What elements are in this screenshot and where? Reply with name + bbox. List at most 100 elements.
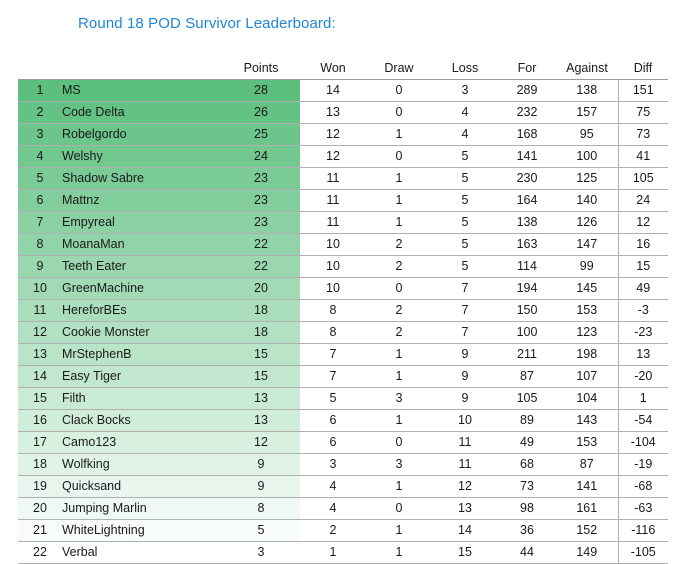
table-row[interactable]: 8 MoanaMan 22 10 2 5 163 147 16 xyxy=(18,233,668,256)
won-cell: 7 xyxy=(300,365,366,388)
table-row[interactable]: 9 Teeth Eater 22 10 2 5 114 99 15 xyxy=(18,255,668,278)
diff-cell: -104 xyxy=(617,431,668,454)
points-cell: 12 xyxy=(222,431,300,454)
table-row[interactable]: 5 Shadow Sabre 23 11 1 5 230 125 105 xyxy=(18,167,668,190)
rank-cell: 19 xyxy=(18,475,62,498)
column-header-diff: Diff xyxy=(618,58,668,80)
table-row[interactable]: 16 Clack Bocks 13 6 1 10 89 143 -54 xyxy=(18,409,668,432)
against-cell: 107 xyxy=(556,365,618,388)
team-name-cell: Filth xyxy=(62,387,222,410)
draw-cell: 1 xyxy=(366,541,432,564)
won-cell: 5 xyxy=(300,387,366,410)
table-row[interactable]: 6 Mattnz 23 11 1 5 164 140 24 xyxy=(18,189,668,212)
against-cell: 126 xyxy=(556,211,618,234)
points-cell: 22 xyxy=(222,255,300,278)
for-cell: 44 xyxy=(498,541,556,564)
loss-cell: 7 xyxy=(432,277,498,300)
against-cell: 125 xyxy=(556,167,618,190)
rank-cell: 1 xyxy=(18,79,62,102)
for-cell: 168 xyxy=(498,123,556,146)
table-row[interactable]: 21 WhiteLightning 5 2 1 14 36 152 -116 xyxy=(18,519,668,542)
draw-cell: 0 xyxy=(366,431,432,454)
team-name-cell: Welshy xyxy=(62,145,222,168)
points-cell: 9 xyxy=(222,475,300,498)
table-row[interactable]: 17 Camo123 12 6 0 11 49 153 -104 xyxy=(18,431,668,454)
diff-cell: 73 xyxy=(617,123,668,146)
table-row[interactable]: 18 Wolfking 9 3 3 11 68 87 -19 xyxy=(18,453,668,476)
for-cell: 89 xyxy=(498,409,556,432)
against-cell: 140 xyxy=(556,189,618,212)
draw-cell: 3 xyxy=(366,387,432,410)
against-cell: 153 xyxy=(556,299,618,322)
points-cell: 25 xyxy=(222,123,300,146)
team-name-cell: Easy Tiger xyxy=(62,365,222,388)
column-header-name xyxy=(62,58,222,80)
loss-cell: 7 xyxy=(432,321,498,344)
table-row[interactable]: 20 Jumping Marlin 8 4 0 13 98 161 -63 xyxy=(18,497,668,520)
diff-cell: 75 xyxy=(617,101,668,124)
won-cell: 11 xyxy=(300,189,366,212)
rank-cell: 12 xyxy=(18,321,62,344)
table-row[interactable]: 19 Quicksand 9 4 1 12 73 141 -68 xyxy=(18,475,668,498)
loss-cell: 4 xyxy=(432,123,498,146)
column-header-rank xyxy=(18,58,62,80)
header-row: Points Won Draw Loss For Against Diff xyxy=(18,58,668,80)
diff-cell: -68 xyxy=(617,475,668,498)
diff-cell: -19 xyxy=(617,453,668,476)
table-row[interactable]: 11 HereforBEs 18 8 2 7 150 153 -3 xyxy=(18,299,668,322)
table-row[interactable]: 10 GreenMachine 20 10 0 7 194 145 49 xyxy=(18,277,668,300)
team-name-cell: Wolfking xyxy=(62,453,222,476)
rank-cell: 21 xyxy=(18,519,62,542)
points-cell: 18 xyxy=(222,321,300,344)
for-cell: 141 xyxy=(498,145,556,168)
team-name-cell: Cookie Monster xyxy=(62,321,222,344)
against-cell: 198 xyxy=(556,343,618,366)
rank-cell: 15 xyxy=(18,387,62,410)
column-header-points: Points xyxy=(222,58,300,80)
diff-cell: 13 xyxy=(617,343,668,366)
table-row[interactable]: 13 MrStephenB 15 7 1 9 211 198 13 xyxy=(18,343,668,366)
won-cell: 8 xyxy=(300,321,366,344)
points-cell: 13 xyxy=(222,409,300,432)
won-cell: 4 xyxy=(300,497,366,520)
against-cell: 99 xyxy=(556,255,618,278)
diff-cell: 16 xyxy=(617,233,668,256)
for-cell: 138 xyxy=(498,211,556,234)
won-cell: 3 xyxy=(300,453,366,476)
table-row[interactable]: 22 Verbal 3 1 1 15 44 149 -105 xyxy=(18,541,668,564)
team-name-cell: MS xyxy=(62,79,222,102)
points-cell: 15 xyxy=(222,343,300,366)
loss-cell: 5 xyxy=(432,233,498,256)
page-title: Round 18 POD Survivor Leaderboard: xyxy=(78,15,336,32)
against-cell: 95 xyxy=(556,123,618,146)
points-cell: 9 xyxy=(222,453,300,476)
draw-cell: 0 xyxy=(366,145,432,168)
for-cell: 105 xyxy=(498,387,556,410)
points-cell: 26 xyxy=(222,101,300,124)
team-name-cell: GreenMachine xyxy=(62,277,222,300)
rank-cell: 2 xyxy=(18,101,62,124)
won-cell: 14 xyxy=(300,79,366,102)
rank-cell: 10 xyxy=(18,277,62,300)
against-cell: 123 xyxy=(556,321,618,344)
rank-cell: 20 xyxy=(18,497,62,520)
table-row[interactable]: 12 Cookie Monster 18 8 2 7 100 123 -23 xyxy=(18,321,668,344)
table-row[interactable]: 15 Filth 13 5 3 9 105 104 1 xyxy=(18,387,668,410)
table-row[interactable]: 4 Welshy 24 12 0 5 141 100 41 xyxy=(18,145,668,168)
won-cell: 4 xyxy=(300,475,366,498)
against-cell: 87 xyxy=(556,453,618,476)
table-body: 1 MS 28 14 0 3 289 138 151 2 Code Delta 26 13 0 4 232 15… xyxy=(18,79,668,564)
draw-cell: 1 xyxy=(366,519,432,542)
team-name-cell: Clack Bocks xyxy=(62,409,222,432)
won-cell: 7 xyxy=(300,343,366,366)
points-cell: 15 xyxy=(222,365,300,388)
won-cell: 6 xyxy=(300,431,366,454)
table-row[interactable]: 14 Easy Tiger 15 7 1 9 87 107 -20 xyxy=(18,365,668,388)
table-row[interactable]: 7 Empyreal 23 11 1 5 138 126 12 xyxy=(18,211,668,234)
against-cell: 161 xyxy=(556,497,618,520)
table-row[interactable]: 1 MS 28 14 0 3 289 138 151 xyxy=(18,79,668,102)
table-row[interactable]: 3 Robelgordo 25 12 1 4 168 95 73 xyxy=(18,123,668,146)
table-row[interactable]: 2 Code Delta 26 13 0 4 232 157 75 xyxy=(18,101,668,124)
rank-cell: 22 xyxy=(18,541,62,564)
diff-cell: -105 xyxy=(617,541,668,564)
